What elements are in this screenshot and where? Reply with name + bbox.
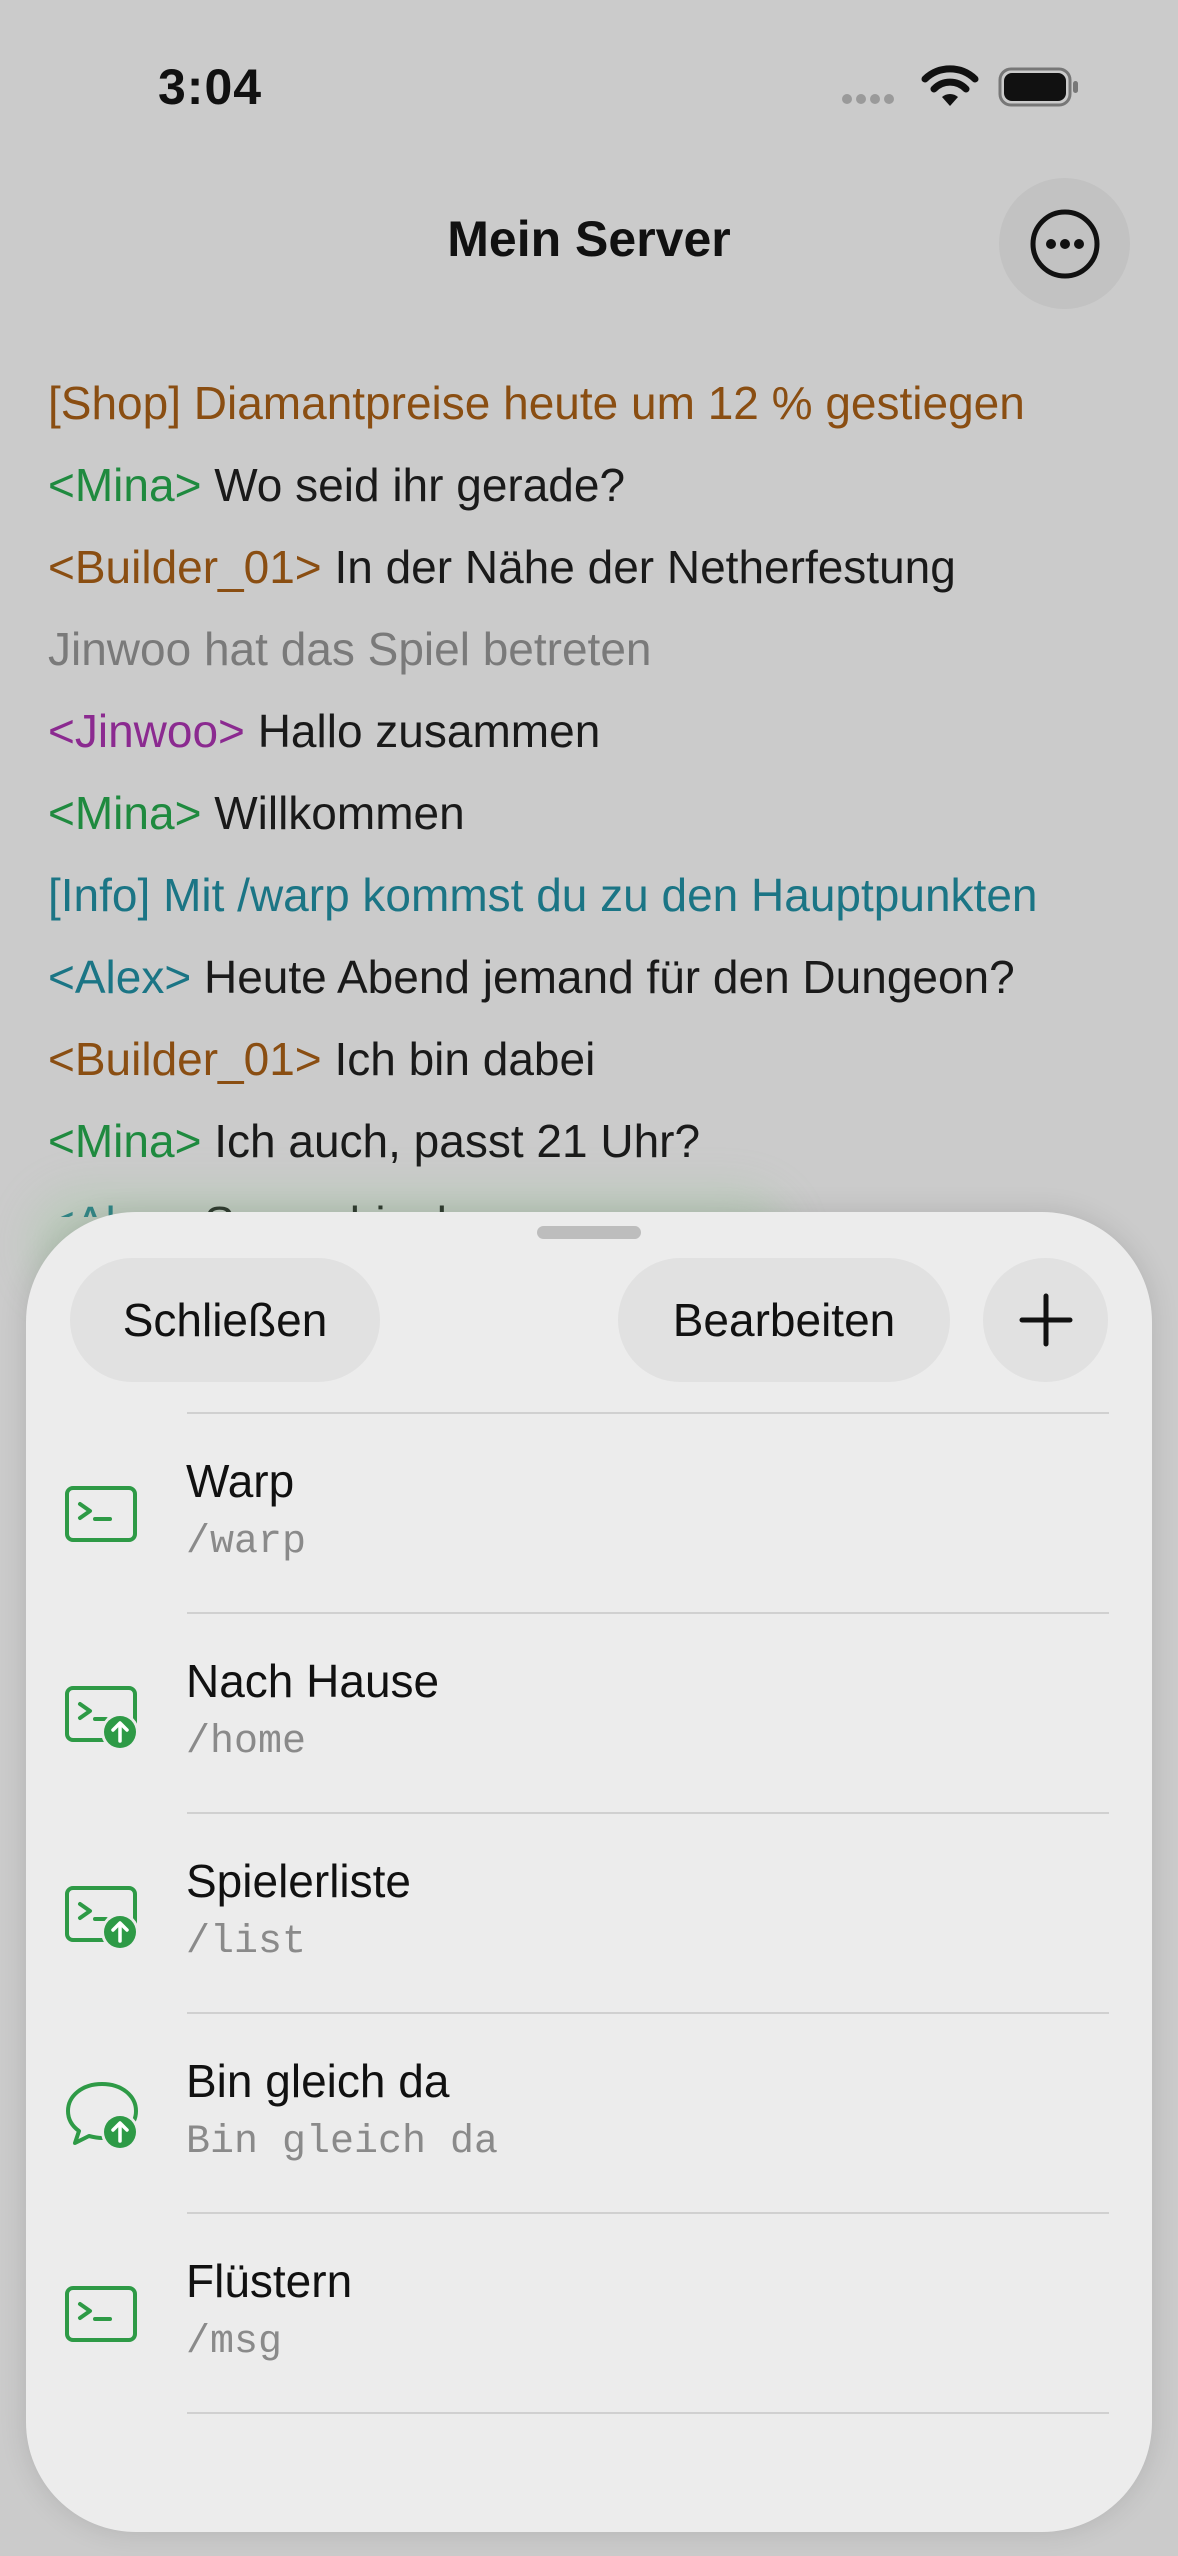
chat-sender: <Mina> [48, 1115, 202, 1167]
terminal-icon [65, 2286, 137, 2342]
command-title: Warp [186, 1455, 295, 1507]
chat-sender: <Mina> [48, 459, 202, 511]
chat-message: Hallo zusammen [257, 705, 601, 757]
chat-message: Heute Abend jemand für den Dungeon? [204, 951, 1015, 1003]
terminal-icon [65, 1486, 137, 1542]
chat-sender: <Builder_01> [48, 1033, 322, 1085]
chat-message: [Shop] Diamantpreise heute um 12 % gesti… [48, 377, 1025, 429]
command-list: Warp /warp Nach Hause /home Spielerliste… [26, 1414, 1152, 2414]
chat-message: Ich auch, passt 21 Uhr? [214, 1115, 701, 1167]
chat-sender: <Alex> [48, 951, 192, 1003]
command-text: /list [186, 1920, 307, 1965]
chat-line: Jinwoo hat das Spiel betreten [48, 608, 1158, 690]
chat-system-message: Jinwoo hat das Spiel betreten [48, 623, 652, 675]
cellular-signal-icon [842, 91, 898, 109]
battery-icon [998, 67, 1078, 107]
wifi-icon [921, 65, 979, 106]
chat-bubble-upload-icon [66, 2082, 139, 2151]
chat-line: <Mina> Ich auch, passt 21 Uhr? [48, 1100, 1158, 1182]
sheet-grabber[interactable] [537, 1226, 641, 1239]
edit-button[interactable]: Bearbeiten [618, 1258, 950, 1382]
chat-message: Willkommen [214, 787, 465, 839]
chat-line: [Info] Mit /warp kommst du zu den Hauptp… [48, 854, 1158, 936]
chat-log[interactable]: [Shop] Diamantpreise heute um 12 % gesti… [48, 362, 1158, 1217]
chat-line: <Alex> Heute Abend jemand für den Dungeo… [48, 936, 1158, 1018]
command-title: Spielerliste [186, 1855, 411, 1907]
command-text: /msg [186, 2320, 283, 2365]
quick-commands-sheet: Schließen Bearbeiten Warp /warp Nach Hau… [26, 1212, 1152, 2532]
command-title: Nach Hause [186, 1655, 440, 1707]
ellipsis-circle-icon [1030, 209, 1099, 278]
chat-line: <Mina> Willkommen [48, 772, 1158, 854]
list-item[interactable]: Flüstern /msg [26, 2214, 1152, 2414]
chat-info-message: [Info] Mit /warp kommst du zu den Hauptp… [48, 869, 1038, 921]
command-title: Bin gleich da [186, 2055, 450, 2107]
terminal-upload-icon [65, 1686, 139, 1751]
list-item[interactable]: Nach Hause /home [26, 1614, 1152, 1814]
command-text: Bin gleich da [186, 2120, 499, 2165]
divider [187, 2412, 1109, 2414]
chat-line: <Jinwoo> Hallo zusammen [48, 690, 1158, 772]
chat-line: [Shop] Diamantpreise heute um 12 % gesti… [48, 362, 1158, 444]
list-item[interactable]: Bin gleich da Bin gleich da [26, 2014, 1152, 2214]
list-item[interactable]: Warp /warp [26, 1414, 1152, 1614]
more-options-button[interactable] [999, 178, 1130, 309]
chat-sender: <Jinwoo> [48, 705, 245, 757]
status-bar: 3:04 [0, 0, 1178, 170]
chat-line: <Mina> Wo seid ihr gerade? [48, 444, 1158, 526]
status-time: 3:04 [158, 59, 263, 115]
chat-message: Wo seid ihr gerade? [214, 459, 626, 511]
chat-line: <Builder_01> Ich bin dabei [48, 1018, 1158, 1100]
chat-message: In der Nähe der Netherfestung [334, 541, 956, 593]
plus-icon [1019, 1293, 1072, 1347]
command-text: /warp [186, 1520, 307, 1565]
command-title: Flüstern [186, 2255, 353, 2307]
add-command-button[interactable] [983, 1258, 1108, 1382]
list-item[interactable]: Spielerliste /list [26, 1814, 1152, 2014]
command-text: /home [186, 1720, 307, 1765]
chat-sender: <Builder_01> [48, 541, 322, 593]
terminal-upload-icon [65, 1886, 139, 1951]
chat-message: Ich bin dabei [334, 1033, 596, 1085]
close-button[interactable]: Schließen [70, 1258, 380, 1382]
chat-sender: <Mina> [48, 787, 202, 839]
chat-line: <Builder_01> In der Nähe der Netherfestu… [48, 526, 1158, 608]
